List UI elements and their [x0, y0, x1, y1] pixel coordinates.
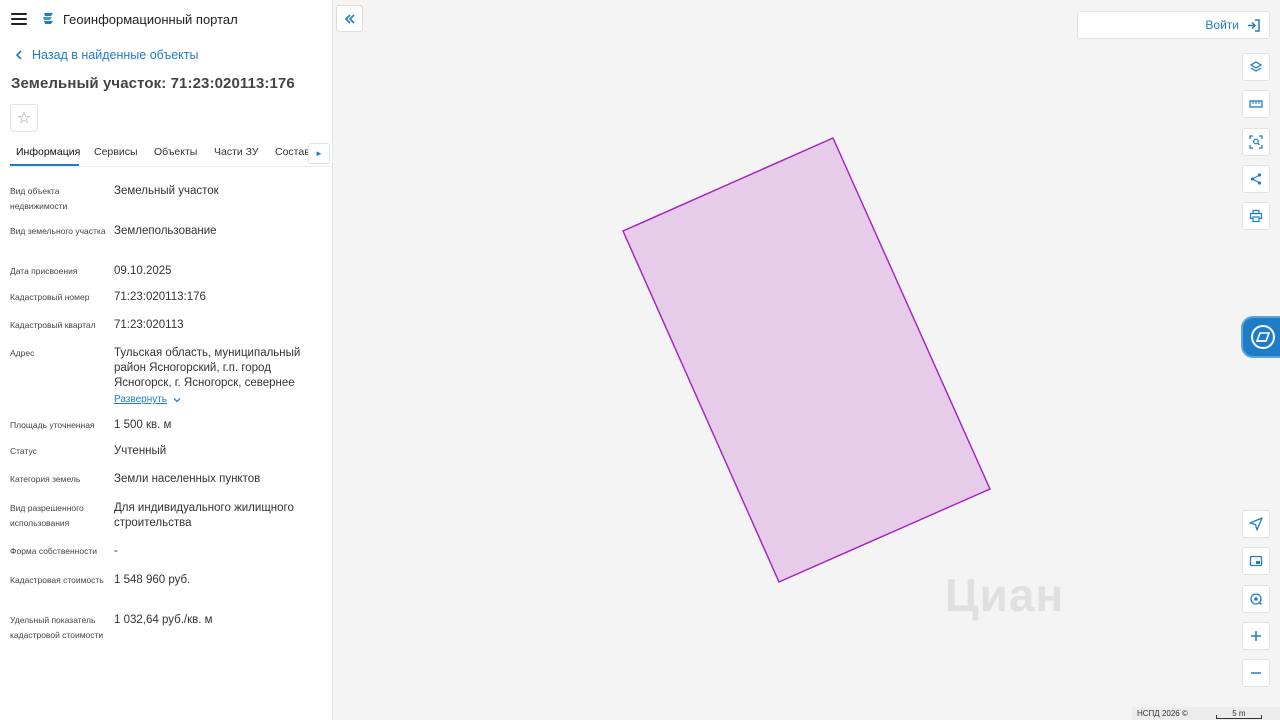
- tab-objects[interactable]: Объекты: [154, 146, 197, 158]
- tab-parts[interactable]: Части ЗУ: [214, 146, 259, 158]
- property-value: 71:23:020113: [114, 319, 184, 331]
- property-value: Тульская область, муниципальный район Яс…: [114, 347, 301, 389]
- select-area-icon: [1249, 135, 1263, 149]
- tabs-scroll-right-button[interactable]: ►: [308, 143, 330, 164]
- property-value: 1 500 кв. м: [114, 419, 172, 431]
- tab-composition[interactable]: Состав: [275, 146, 310, 158]
- active-tab-indicator: [10, 164, 79, 166]
- login-button[interactable]: Войти: [1077, 11, 1270, 39]
- minimap-icon: [1249, 555, 1263, 567]
- expand-link[interactable]: Развернуть: [114, 392, 182, 407]
- tab-information[interactable]: Информация: [16, 146, 80, 158]
- copyright-text: НСПД 2026 ©: [1137, 709, 1188, 718]
- property-label: Кадастровая стоимость: [10, 575, 104, 585]
- login-label: Войти: [1205, 18, 1239, 32]
- side-panel-widget-button[interactable]: [1243, 318, 1280, 356]
- property-label: Категория земель: [10, 474, 81, 484]
- property-value: 1 032,64 руб./кв. м: [114, 614, 213, 626]
- property-label: Вид разрешенного использования: [10, 503, 84, 528]
- layers-icon: [1249, 61, 1263, 72]
- geolocation-button[interactable]: [1242, 585, 1270, 613]
- print-button[interactable]: [1242, 202, 1270, 230]
- portal-logo-icon: [43, 13, 53, 24]
- property-value: 1 548 960 руб.: [114, 574, 191, 586]
- collapse-panel-button[interactable]: [336, 5, 363, 32]
- menu-icon[interactable]: [11, 13, 27, 25]
- property-label: Площадь уточненная: [10, 420, 95, 430]
- property-label: Кадастровый квартал: [10, 320, 96, 330]
- land-parcel-polygon[interactable]: [622, 137, 991, 583]
- watermark: Циан: [945, 569, 1065, 621]
- locate-button[interactable]: [1242, 510, 1270, 538]
- property-value: -: [114, 545, 118, 557]
- tab-services[interactable]: Сервисы: [94, 146, 138, 158]
- share-button[interactable]: [1242, 165, 1270, 193]
- address-value: Тульская область, муниципальный район Яс…: [114, 346, 319, 407]
- back-link[interactable]: Назад в найденные объекты: [12, 48, 198, 62]
- expand-link-label: Развернуть: [114, 394, 168, 405]
- share-icon: [1250, 173, 1262, 185]
- property-value: Земельный участок: [114, 185, 219, 197]
- top-bar: Геоинформационный портал: [0, 0, 332, 38]
- measure-button[interactable]: [1242, 90, 1270, 118]
- zoom-in-button[interactable]: [1242, 622, 1270, 650]
- zoom-out-button[interactable]: [1242, 659, 1270, 687]
- ruler-icon: [1249, 100, 1263, 108]
- scale-bar: 5 m: [1215, 709, 1262, 719]
- minus-icon: [1251, 672, 1261, 674]
- tab-bar: Информация Сервисы Объекты Части ЗУ Сост…: [10, 141, 332, 167]
- chat-icon: [1251, 325, 1275, 349]
- sign-in-icon: [1248, 18, 1260, 32]
- area-select-button[interactable]: [1242, 128, 1270, 156]
- property-label: Кадастровый номер: [10, 292, 90, 302]
- back-link-label: Назад в найденные объекты: [32, 48, 199, 62]
- printer-icon: [1249, 209, 1263, 223]
- property-label: Вид земельного участка: [10, 226, 106, 236]
- property-value: 71:23:020113:176: [114, 291, 206, 303]
- property-label: Статус: [10, 446, 37, 456]
- property-value: Для индивидуального жилищного строительс…: [114, 502, 294, 529]
- property-value: Землепользование: [114, 225, 217, 237]
- property-label: Удельный показатель кадастровой стоимост…: [10, 615, 104, 640]
- star-icon: ☆: [16, 110, 32, 127]
- property-label: Вид объекта недвижимости: [10, 186, 68, 211]
- property-label: Адрес: [10, 348, 35, 358]
- triangle-right-icon: ►: [315, 149, 323, 158]
- sidebar-panel: Геоинформационный портал Назад в найденн…: [0, 0, 333, 720]
- plus-icon: [1251, 631, 1261, 641]
- property-value: Земли населенных пунктов: [114, 473, 261, 485]
- chevron-left-icon: [15, 50, 22, 60]
- map-footer: НСПД 2026 © 5 m: [1132, 707, 1280, 720]
- property-label: Форма собственности: [10, 546, 97, 556]
- minimap-button[interactable]: [1242, 547, 1270, 575]
- double-chevron-left-icon: [344, 13, 355, 24]
- property-value: Учтенный: [114, 445, 167, 457]
- property-value: 09.10.2025: [114, 265, 172, 277]
- favorite-button[interactable]: ☆: [10, 104, 38, 132]
- parcel-layer: [622, 137, 991, 583]
- tab-divider: [10, 166, 332, 167]
- property-label: Дата присвоения: [10, 266, 78, 276]
- layers-button[interactable]: [1242, 53, 1270, 81]
- portal-title: Геоинформационный портал: [63, 11, 238, 27]
- navigation-arrow-icon: [1249, 517, 1263, 531]
- geolocation-icon: [1250, 593, 1262, 605]
- page-title: Земельный участок: 71:23:020113:176: [11, 75, 295, 92]
- chevron-down-icon: [173, 397, 181, 402]
